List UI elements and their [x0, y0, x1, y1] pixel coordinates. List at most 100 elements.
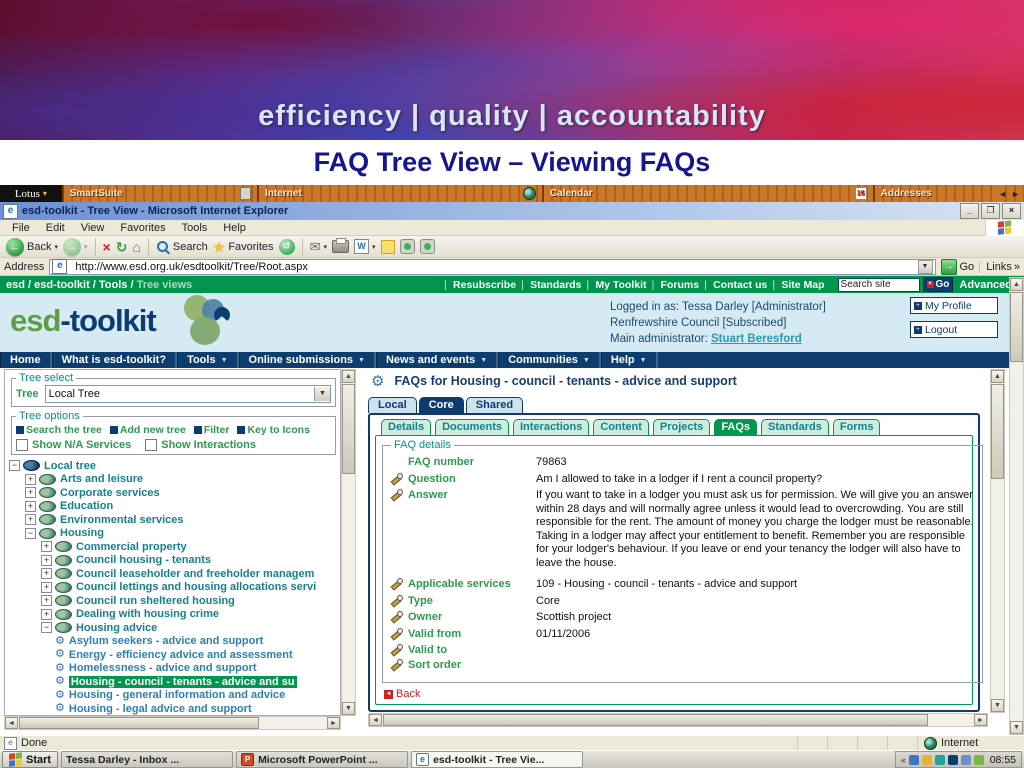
expand-icon[interactable]: +	[25, 514, 36, 526]
show-interactions-checkbox[interactable]: Show Interactions	[145, 439, 256, 451]
scroll-thumb[interactable]	[342, 384, 355, 474]
scroll-left-icon[interactable]: ◄	[5, 717, 18, 729]
scroll-thumb[interactable]	[1010, 292, 1023, 362]
back-link[interactable]: ◄ Back	[384, 688, 966, 700]
tray-icon[interactable]	[947, 754, 958, 765]
scroll-down-icon[interactable]: ▼	[1010, 721, 1023, 734]
tree-item[interactable]: + Council leaseholder and freeholder mana…	[9, 567, 340, 581]
tree-vertical-scrollbar[interactable]: ▲ ▼	[341, 369, 356, 716]
lotus-menu-button[interactable]: Lotus ▾	[0, 185, 62, 202]
menu-file[interactable]: File	[4, 222, 38, 234]
tree-horizontal-scrollbar[interactable]: ◄ ►	[4, 716, 341, 730]
edit-key-icon[interactable]	[391, 627, 403, 640]
expand-icon[interactable]: +	[41, 595, 52, 607]
scroll-thumb[interactable]	[383, 714, 928, 726]
nav-what-is[interactable]: What is esd-toolkit?	[51, 352, 178, 368]
home-button[interactable]: ⌂	[132, 238, 140, 256]
nav-communities[interactable]: Communities ▼	[498, 352, 601, 368]
window-titlebar[interactable]: e esd-toolkit - Tree View - Microsoft In…	[0, 202, 1024, 220]
menu-help[interactable]: Help	[215, 222, 254, 234]
scroll-right-icon[interactable]: ►	[327, 717, 340, 729]
link-resubscribe[interactable]: Resubscribe	[444, 279, 523, 291]
link-contact-us[interactable]: Contact us	[704, 279, 774, 291]
collapse-icon[interactable]: −	[25, 527, 36, 539]
tray-icon[interactable]	[973, 754, 984, 765]
add-tree-link[interactable]: Add new tree	[109, 424, 186, 436]
tree-item[interactable]: + Education	[9, 500, 340, 514]
link-forums[interactable]: Forums	[652, 279, 707, 291]
messenger-button[interactable]	[419, 239, 435, 254]
nav-help[interactable]: Help ▼	[600, 352, 658, 368]
lotus-section-calendar[interactable]: Calendar 16	[541, 185, 873, 202]
lotus-section-internet[interactable]: Internet	[257, 185, 542, 202]
tray-icon[interactable]	[934, 754, 945, 765]
restore-button[interactable]: ❐	[981, 203, 1000, 219]
tab-core[interactable]: Core	[418, 397, 464, 413]
site-search-input[interactable]: Search site	[837, 277, 920, 292]
my-profile-button[interactable]: + My Profile	[910, 297, 998, 314]
expand-icon[interactable]: +	[25, 487, 36, 499]
scroll-down-icon[interactable]: ▼	[342, 702, 355, 715]
mail-button[interactable]: ✉ ▾	[310, 239, 327, 255]
tab-forms[interactable]: Forms	[832, 419, 881, 435]
tree-item[interactable]: ⚙ Housing - legal advice and support	[9, 702, 340, 715]
lotus-section-addresses[interactable]: Addresses	[872, 185, 999, 202]
expand-icon[interactable]: +	[25, 500, 36, 512]
collapse-icon[interactable]: −	[41, 622, 52, 634]
link-my-toolkit[interactable]: My Toolkit	[586, 279, 653, 291]
menu-edit[interactable]: Edit	[38, 222, 73, 234]
edit-key-icon[interactable]	[391, 489, 403, 501]
task-button-powerpoint[interactable]: P Microsoft PowerPoint ...	[236, 751, 409, 768]
scroll-up-icon[interactable]: ▲	[991, 370, 1004, 383]
expand-icon[interactable]: +	[41, 581, 52, 593]
edit-key-icon[interactable]	[391, 659, 403, 671]
history-button[interactable]: ↺	[278, 238, 295, 255]
page-vertical-scrollbar[interactable]: ▲ ▼	[1009, 277, 1024, 735]
edit-key-icon[interactable]	[391, 472, 403, 485]
links-button[interactable]: Links »	[979, 260, 1020, 273]
tree-item[interactable]: + Commercial property	[9, 540, 340, 554]
expand-icon[interactable]: +	[25, 473, 36, 485]
tree-item[interactable]: ⚙ Asylum seekers - advice and support	[9, 635, 340, 649]
tree-item[interactable]: + Council housing - tenants	[9, 554, 340, 568]
nav-tools[interactable]: Tools ▼	[177, 352, 239, 368]
site-search-go-button[interactable]: × Go	[922, 277, 954, 292]
faq-vertical-scrollbar[interactable]: ▲ ▼	[990, 369, 1005, 713]
menu-tools[interactable]: Tools	[174, 222, 216, 234]
tree-item[interactable]: − Housing advice	[9, 621, 340, 635]
tray-icon[interactable]	[921, 754, 932, 765]
tab-content[interactable]: Content	[593, 419, 649, 435]
research-button[interactable]	[399, 239, 415, 254]
scroll-up-icon[interactable]: ▲	[342, 370, 355, 383]
edit-key-icon[interactable]	[391, 611, 403, 623]
chevron-down-icon[interactable]: ▼	[314, 387, 330, 401]
tree-item[interactable]: + Council lettings and housing allocation…	[9, 581, 340, 595]
tree-item[interactable]: ⚙ Housing - general information and advic…	[9, 689, 340, 703]
nav-news-events[interactable]: News and events ▼	[375, 352, 499, 368]
go-button[interactable]: → Go	[940, 258, 974, 275]
edit-key-icon[interactable]	[391, 594, 403, 607]
tree-item[interactable]: ⚙ Energy - efficiency advice and assessme…	[9, 648, 340, 662]
forward-button[interactable]: → ▾	[62, 237, 88, 256]
refresh-button[interactable]: ↻	[116, 238, 128, 256]
nav-online-submissions[interactable]: Online submissions ▼	[238, 352, 376, 368]
lotus-section-smartsuite[interactable]: SmartSuite	[61, 185, 258, 202]
minimize-button[interactable]: _	[960, 203, 979, 219]
expand-icon[interactable]: +	[41, 554, 52, 566]
tree-item[interactable]: − Local tree	[9, 459, 340, 473]
search-button[interactable]: Search	[156, 240, 208, 254]
tree-item[interactable]: + Council run sheltered housing	[9, 594, 340, 608]
scroll-thumb[interactable]	[991, 384, 1004, 479]
task-button-esd-toolkit[interactable]: e esd-toolkit - Tree Vie...	[411, 751, 584, 768]
close-button[interactable]: ×	[1002, 203, 1021, 219]
tree-select-dropdown[interactable]: Local Tree ▼	[44, 385, 331, 403]
tree-item[interactable]: + Corporate services	[9, 486, 340, 500]
tray-icon[interactable]	[908, 754, 919, 765]
start-button[interactable]: Start	[2, 751, 59, 768]
print-button[interactable]	[331, 238, 349, 253]
show-na-services-checkbox[interactable]: Show N/A Services	[16, 439, 131, 451]
menu-favorites[interactable]: Favorites	[112, 222, 173, 234]
collapse-icon[interactable]: −	[9, 460, 20, 472]
edit-key-icon[interactable]	[391, 644, 403, 656]
lotus-bar-controls[interactable]: ◄ ►	[998, 185, 1024, 202]
